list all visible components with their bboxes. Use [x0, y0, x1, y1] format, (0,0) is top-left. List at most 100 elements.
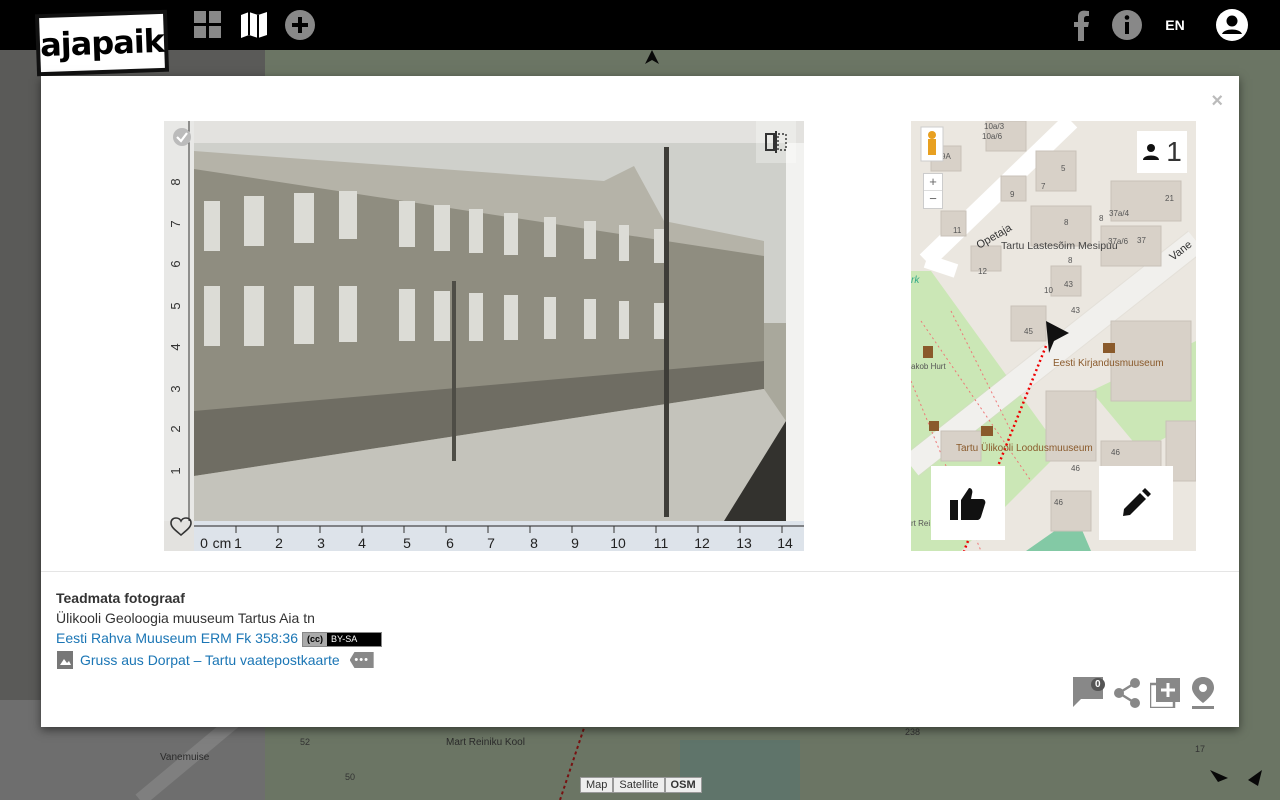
ruler-left-mark: 8: [168, 178, 183, 185]
ruler-mark: 6: [446, 535, 454, 551]
map-poi-museum-1: Eesti Kirjandusmuuseum: [1053, 358, 1164, 369]
ruler-mark: 11: [654, 535, 669, 551]
ruler-mark: 7: [487, 535, 495, 551]
more-tags-icon[interactable]: •••: [349, 652, 374, 668]
photo-description: Ülikooli Geoloogia muuseum Tartus Aia tn: [56, 610, 315, 626]
map-type-osm[interactable]: OSM: [664, 777, 702, 793]
ruler-left-mark: 7: [168, 220, 183, 227]
checkmark-icon[interactable]: [172, 127, 192, 152]
share-button[interactable]: [1111, 676, 1143, 710]
ruler-unit: cm: [213, 535, 232, 551]
ruler-mark: 2: [275, 535, 283, 551]
license-badge[interactable]: (cc) BY-SA: [302, 631, 382, 647]
agree-button[interactable]: [931, 466, 1005, 540]
ruler-left-mark: 6: [168, 260, 183, 267]
grid-icon[interactable]: [191, 8, 225, 42]
pencil-icon: [1123, 488, 1151, 516]
compare-icon[interactable]: [756, 121, 796, 163]
location-button[interactable]: [1187, 676, 1219, 710]
info-icon[interactable]: [1112, 8, 1142, 42]
license-text: BY-SA: [331, 633, 358, 644]
map-house-number: 46: [1071, 464, 1080, 473]
ruler-mark: 4: [358, 535, 366, 551]
map-house-number: 7: [1041, 182, 1046, 191]
photo-modal: × 0 cm 1 2 3 4 5 6 7 8 9 10 11 12 13 14 …: [41, 76, 1239, 727]
historic-photo[interactable]: 0 cm 1 2 3 4 5 6 7 8 9 10 11 12 13 14 1 …: [164, 121, 804, 551]
map-house-number: 21: [1165, 194, 1174, 203]
ruler-mark: 3: [317, 535, 325, 551]
edit-location-button[interactable]: [1099, 466, 1173, 540]
map-house-number: 37a/4: [1109, 209, 1130, 218]
viewer-count: 1: [1137, 131, 1187, 173]
ruler-mark: 13: [736, 535, 752, 551]
facebook-icon[interactable]: [1068, 8, 1094, 42]
map-house-number: 12: [978, 267, 987, 276]
ruler-mark: 5: [403, 535, 411, 551]
poi-icon: [929, 421, 939, 431]
street-view-pegman-icon[interactable]: [921, 127, 943, 161]
ajapaik-logo[interactable]: ajapaik: [34, 9, 170, 77]
map-type-satellite[interactable]: Satellite: [613, 777, 665, 793]
ruler-left-mark: 3: [168, 385, 183, 392]
ruler-mark: 9: [571, 535, 579, 551]
divider: [41, 571, 1239, 572]
map-house-number: 46: [1111, 448, 1120, 457]
map-icon[interactable]: [237, 8, 271, 42]
location-minimap[interactable]: 10a/3 10a/6 9A 5 9 7 11 8 8 37a/4 37a/6 …: [911, 121, 1196, 551]
map-house-number: 8: [1068, 256, 1073, 265]
add-icon[interactable]: [283, 8, 317, 42]
map-house-number: 43: [1071, 306, 1080, 315]
close-button[interactable]: ×: [1211, 90, 1223, 113]
comments-count-badge: 0: [1091, 678, 1105, 691]
ruler-mark: 8: [530, 535, 538, 551]
ruler-left-mark: 4: [168, 343, 183, 350]
photo-source-link[interactable]: Eesti Rahva Muuseum ERM Fk 358:36: [56, 630, 298, 646]
comments-button[interactable]: 0: [1073, 676, 1105, 710]
photo-actions: 0: [1073, 676, 1219, 710]
ruler-left-mark: 1: [168, 467, 183, 474]
thumbs-up-icon: [950, 488, 986, 520]
museum-icon-2: [981, 426, 993, 436]
map-poi-museum-2: Tartu Ülikooli Loodusmuuseum: [956, 442, 1093, 454]
map-house-number: 9: [1010, 190, 1015, 199]
add-to-album-icon: [1150, 678, 1180, 708]
person-icon: [1143, 144, 1160, 160]
ruler-mark: 10: [610, 535, 626, 551]
ruler-mark: 12: [694, 535, 710, 551]
map-poi-school: Tartu Lastesõim Mesipuu: [1001, 240, 1118, 252]
ruler-mark: 1: [234, 535, 242, 551]
favorite-heart-icon[interactable]: [170, 517, 192, 542]
map-house-number: 37: [1137, 236, 1146, 245]
location-pin-icon: [1192, 677, 1214, 709]
logo-text: ajapaik: [39, 13, 165, 73]
photo-info: Teadmata fotograaf Ülikooli Geoloogia mu…: [56, 588, 382, 670]
map-type-map[interactable]: Map: [580, 777, 614, 793]
top-navigation-bar: EN: [0, 0, 1280, 50]
ruler-left-mark: 5: [168, 302, 183, 309]
zoom-in-button[interactable]: +: [924, 174, 942, 191]
map-house-number: 45: [1024, 327, 1033, 336]
map-house-number: 43: [1064, 280, 1073, 289]
language-selector[interactable]: EN: [1160, 8, 1190, 42]
map-house-number: 10a/3: [984, 122, 1005, 131]
license-cc: (cc): [303, 632, 328, 646]
map-house-number: 10a/6: [982, 132, 1003, 141]
ruler-left-mark: 2: [168, 425, 183, 432]
monument-icon: [923, 346, 933, 358]
map-house-number: 46: [1054, 498, 1063, 507]
ruler-zero: 0: [200, 535, 208, 551]
zoom-out-button[interactable]: −: [924, 191, 942, 207]
map-house-number: 10: [1044, 286, 1053, 295]
map-poi-jakob: akob Hurt: [911, 362, 946, 371]
add-to-album-button[interactable]: [1149, 676, 1181, 710]
photo-author: Teadmata fotograaf: [56, 590, 185, 606]
museum-icon: [1103, 343, 1115, 353]
user-icon[interactable]: [1215, 8, 1249, 42]
map-house-number: 8: [1099, 214, 1104, 223]
map-house-number: 8: [1064, 218, 1069, 227]
map-park-label: rk: [911, 275, 920, 286]
album-link[interactable]: Gruss aus Dorpat – Tartu vaatepostkaarte: [80, 650, 340, 670]
ruler-mark: 14: [777, 535, 793, 551]
map-house-number: 11: [953, 226, 962, 235]
viewer-count-value: 1: [1166, 136, 1182, 167]
